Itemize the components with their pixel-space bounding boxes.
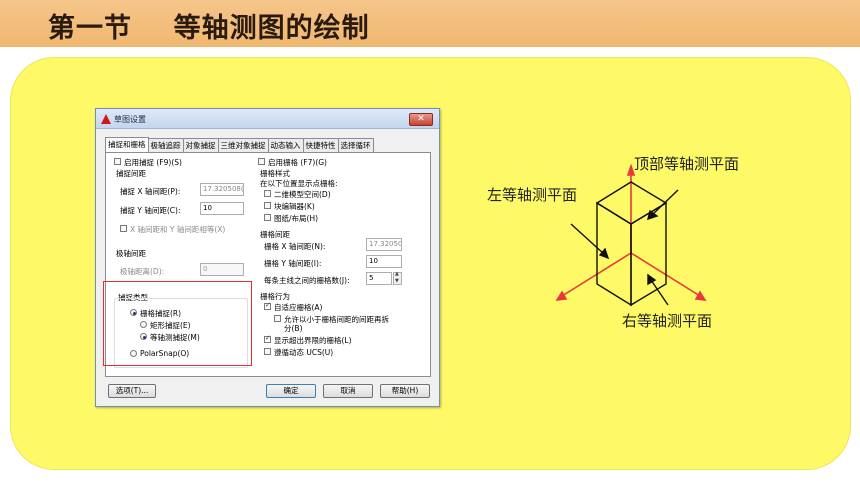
block-editor-checkbox[interactable] — [264, 202, 271, 209]
equal-xy-label: X 轴间距和 Y 轴间距相等(X) — [130, 225, 226, 234]
polar-distance-label: 极轴距离(D): — [120, 267, 165, 276]
slide-title: 第一节 等轴测图的绘制 — [48, 13, 370, 44]
polar-distance-field[interactable]: 0 — [200, 263, 244, 276]
help-button[interactable]: 帮助(H) — [380, 384, 430, 398]
model-space-checkbox[interactable] — [264, 190, 271, 197]
major-line-spinner[interactable] — [393, 271, 402, 285]
grid-y-label: 栅格 Y 轴间距(I): — [264, 259, 322, 268]
adaptive-grid-checkbox[interactable] — [264, 301, 271, 310]
snap-spacing-title: 捕捉间距 — [116, 169, 146, 178]
enable-grid-checkbox[interactable] — [258, 158, 265, 165]
isometric-cube-diagram — [555, 163, 707, 307]
follow-ucs-label: 遵循动态 UCS(U) — [274, 348, 334, 357]
tab-object-snap[interactable]: 对象捕捉 — [182, 138, 219, 152]
tab-3d-object-snap[interactable]: 三维对象捕捉 — [217, 138, 269, 152]
tab-dynamic-input[interactable]: 动态输入 — [267, 138, 304, 152]
follow-ucs-checkbox[interactable] — [264, 348, 271, 355]
pointer-left-plane-head — [598, 247, 610, 260]
major-line-label: 每条主线之间的栅格数(J): — [264, 276, 350, 285]
grid-x-label: 栅格 X 轴间距(N): — [264, 242, 326, 251]
major-line-field[interactable]: 5 — [366, 272, 392, 285]
ok-button[interactable]: 确定 — [266, 384, 316, 398]
snap-x-label: 捕捉 X 轴间距(P): — [120, 187, 181, 196]
snap-y-label: 捕捉 Y 轴间距(C): — [120, 206, 181, 215]
tab-selection-cycling[interactable]: 选择循环 — [337, 138, 374, 152]
tab-snap-and-grid[interactable]: 捕捉和栅格 — [105, 137, 149, 152]
enable-snap-checkbox[interactable] — [114, 158, 121, 165]
axis-right-arrow — [694, 290, 707, 301]
tab-polar-tracking[interactable]: 极轴追踪 — [147, 138, 184, 152]
left-plane-label: 左等轴测平面 — [487, 186, 578, 204]
autocad-app-icon — [101, 114, 111, 124]
model-space-label: 二维模型空间(D) — [274, 190, 331, 199]
grid-x-spacing-field[interactable]: 17.32050( — [366, 238, 402, 251]
pointer-left-plane — [570, 223, 605, 255]
axis-left-arrow — [555, 290, 568, 301]
slide-header-bar: 第一节 等轴测图的绘制 — [0, 0, 860, 47]
subdivide-checkbox[interactable] — [274, 315, 281, 322]
beyond-limits-label: 显示超出界限的栅格(L) — [274, 336, 352, 345]
beyond-limits-checkbox[interactable] — [264, 334, 271, 343]
enable-snap-label: 启用捕捉 (F9)(S) — [124, 158, 182, 167]
block-editor-label: 块编辑器(K) — [274, 202, 315, 211]
snap-x-spacing-field[interactable]: 17.320508( — [200, 183, 244, 196]
pointer-top-plane — [651, 189, 679, 216]
snap-y-spacing-field[interactable]: 10 — [200, 202, 244, 215]
enable-grid-label: 启用栅格 (F7)(G) — [268, 158, 327, 167]
tab-strip: 捕捉和栅格 极轴追踪 对象捕捉 三维对象捕捉 动态输入 快捷特性 选择循环 — [105, 137, 374, 152]
options-button[interactable]: 选项(T)... — [108, 384, 156, 398]
snap-type-highlight-box — [103, 281, 252, 366]
adaptive-grid-label: 自适应栅格(A) — [274, 303, 323, 312]
top-plane-label: 顶部等轴测平面 — [634, 155, 740, 173]
sheet-layout-label: 图纸/布局(H) — [274, 214, 319, 223]
sheet-layout-checkbox[interactable] — [264, 214, 271, 221]
right-plane-label: 右等轴测平面 — [622, 312, 713, 330]
grid-y-spacing-field[interactable]: 10 — [366, 255, 402, 268]
close-icon[interactable]: ✕ — [409, 113, 433, 126]
polar-spacing-title: 极轴间距 — [116, 249, 146, 258]
grid-spacing-title: 栅格间距 — [260, 230, 290, 239]
dialog-title: 草图设置 — [114, 115, 146, 124]
plane-pointers — [570, 189, 679, 306]
grid-style-subtitle: 在以下位置显示点栅格: — [260, 179, 338, 188]
pointer-right-plane-head — [647, 273, 657, 286]
dialog-titlebar[interactable]: 草图设置 ✕ — [96, 109, 439, 129]
equal-xy-checkbox[interactable] — [120, 225, 127, 232]
subdivide-label-line2: 分(B) — [284, 324, 303, 333]
cancel-button[interactable]: 取消 — [323, 384, 373, 398]
tab-quick-properties[interactable]: 快捷特性 — [302, 138, 339, 152]
